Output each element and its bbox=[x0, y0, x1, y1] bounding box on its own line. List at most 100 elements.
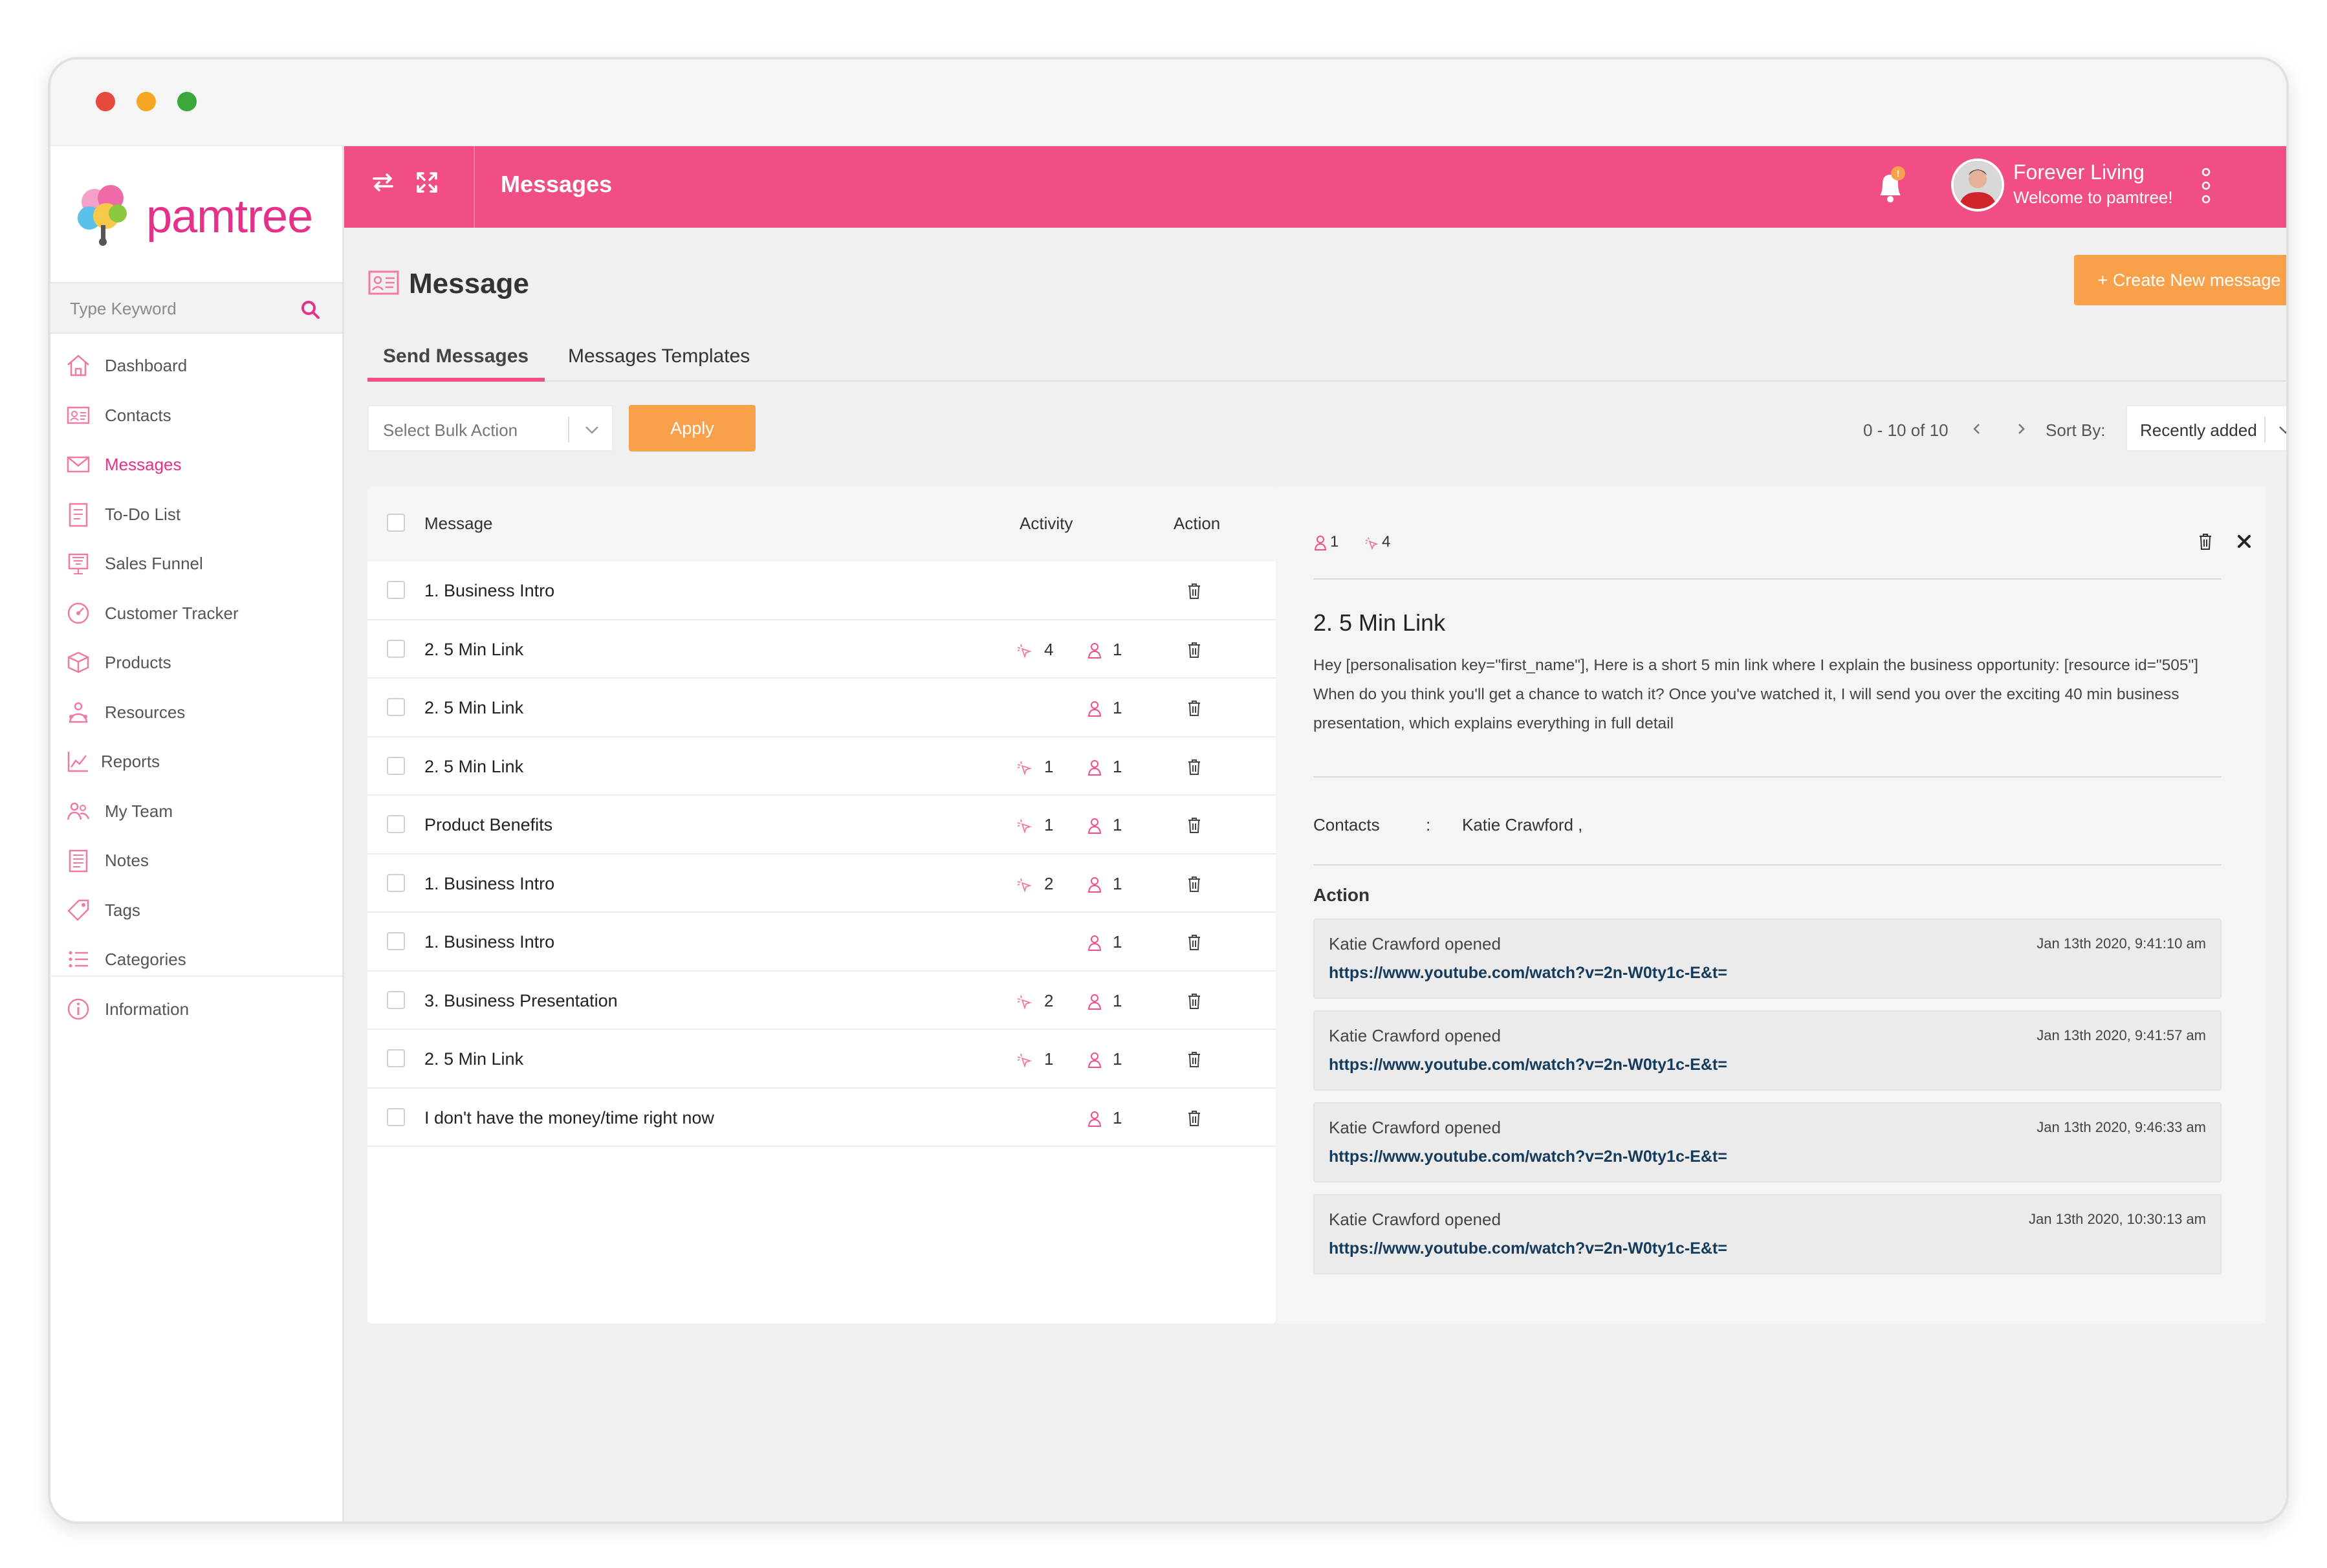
message-name[interactable]: I don't have the money/time right now bbox=[424, 1108, 714, 1128]
sidebar-item-dashboard[interactable]: Dashboard bbox=[50, 340, 342, 390]
row-checkbox[interactable] bbox=[387, 1049, 405, 1067]
activity-log-card: Katie Crawford opened Jan 13th 2020, 9:4… bbox=[1313, 1102, 2222, 1182]
trash-icon[interactable] bbox=[1186, 992, 1202, 1010]
maximize-window-dot[interactable] bbox=[177, 92, 197, 111]
close-icon[interactable] bbox=[2236, 533, 2253, 550]
row-checkbox[interactable] bbox=[387, 756, 405, 775]
log-link[interactable]: https://www.youtube.com/watch?v=2n-W0ty1… bbox=[1329, 1148, 1727, 1166]
click-cursor-icon bbox=[1017, 1053, 1032, 1068]
message-name[interactable]: 1. Business Intro bbox=[424, 874, 554, 894]
table-row[interactable]: 3. Business Presentation 2 1 bbox=[367, 972, 1276, 1030]
message-name[interactable]: Product Benefits bbox=[424, 815, 552, 835]
swap-arrows-icon[interactable] bbox=[369, 168, 397, 197]
table-row[interactable]: 2. 5 Min Link 1 bbox=[367, 679, 1276, 737]
create-new-message-button[interactable]: + Create New message bbox=[2074, 255, 2286, 305]
trash-icon[interactable] bbox=[2197, 532, 2214, 551]
trash-icon[interactable] bbox=[1186, 816, 1202, 834]
window-titlebar bbox=[50, 60, 2286, 146]
trash-icon[interactable] bbox=[1186, 699, 1202, 717]
browser-window: pamtree Dashboard Contacts Messages bbox=[48, 57, 2289, 1524]
table-row[interactable]: 1. Business Intro bbox=[367, 561, 1276, 620]
trash-icon[interactable] bbox=[1186, 1051, 1202, 1069]
select-all-checkbox[interactable] bbox=[387, 514, 405, 532]
minimize-window-dot[interactable] bbox=[137, 92, 156, 111]
row-checkbox[interactable] bbox=[387, 1107, 405, 1126]
close-window-dot[interactable] bbox=[96, 92, 115, 111]
sidebar-item-sales-funnel[interactable]: Sales Funnel bbox=[50, 538, 342, 588]
search-input[interactable] bbox=[70, 294, 290, 323]
user-avatar[interactable] bbox=[1951, 158, 2004, 212]
sidebar-item-notes[interactable]: Notes bbox=[50, 835, 342, 885]
bulk-action-select[interactable]: Select Bulk Action bbox=[367, 405, 613, 452]
logo-wordmark: pamtree bbox=[146, 191, 313, 243]
table-row[interactable]: I don't have the money/time right now 1 bbox=[367, 1089, 1276, 1147]
table-row[interactable]: 1. Business Intro 1 bbox=[367, 913, 1276, 972]
sort-select[interactable]: Recently added bbox=[2126, 405, 2286, 452]
row-checkbox[interactable] bbox=[387, 581, 405, 599]
message-name[interactable]: 2. 5 Min Link bbox=[424, 698, 523, 718]
row-checkbox[interactable] bbox=[387, 932, 405, 950]
trash-icon[interactable] bbox=[1186, 875, 1202, 893]
tab-messages-templates[interactable]: Messages Templates bbox=[568, 345, 750, 367]
log-link[interactable]: https://www.youtube.com/watch?v=2n-W0ty1… bbox=[1329, 1056, 1727, 1074]
trash-icon[interactable] bbox=[1186, 1109, 1202, 1127]
user-icon bbox=[1087, 877, 1102, 893]
sidebar-item-my-team[interactable]: My Team bbox=[50, 786, 342, 836]
row-checkbox[interactable] bbox=[387, 990, 405, 1009]
pamtree-logo[interactable]: pamtree bbox=[75, 182, 321, 254]
table-row[interactable]: 2. 5 Min Link 4 1 bbox=[367, 620, 1276, 679]
notes-icon bbox=[69, 849, 88, 873]
row-checkbox[interactable] bbox=[387, 873, 405, 892]
trash-icon[interactable] bbox=[1186, 582, 1202, 600]
sidebar-item-messages[interactable]: Messages bbox=[50, 439, 342, 489]
sidebar-item-todo[interactable]: To-Do List bbox=[50, 489, 342, 539]
message-name[interactable]: 2. 5 Min Link bbox=[424, 757, 523, 777]
message-name[interactable]: 2. 5 Min Link bbox=[424, 1049, 523, 1069]
action-section-title: Action bbox=[1313, 885, 1370, 905]
users-count: 1 bbox=[1113, 815, 1122, 834]
table-row[interactable]: 2. 5 Min Link 1 1 bbox=[367, 1030, 1276, 1089]
log-link[interactable]: https://www.youtube.com/watch?v=2n-W0ty1… bbox=[1329, 1239, 1727, 1258]
apply-button[interactable]: Apply bbox=[629, 405, 756, 452]
activity-log-card: Katie Crawford opened Jan 13th 2020, 9:4… bbox=[1313, 1010, 2222, 1091]
table-row[interactable]: 1. Business Intro 2 1 bbox=[367, 855, 1276, 913]
notification-bell-icon[interactable]: ! bbox=[1871, 166, 1910, 208]
trash-icon[interactable] bbox=[1186, 641, 1202, 659]
sidebar-item-tags[interactable]: Tags bbox=[50, 885, 342, 935]
row-checkbox[interactable] bbox=[387, 815, 405, 833]
sidebar-item-information[interactable]: Information bbox=[50, 984, 342, 1034]
column-action: Action bbox=[1174, 514, 1221, 533]
trash-icon[interactable] bbox=[1186, 758, 1202, 776]
message-name[interactable]: 1. Business Intro bbox=[424, 932, 554, 952]
sidebar-item-resources[interactable]: Resources bbox=[50, 687, 342, 737]
message-name[interactable]: 1. Business Intro bbox=[424, 581, 554, 601]
sidebar-item-products[interactable]: Products bbox=[50, 637, 342, 687]
chevron-left-icon[interactable] bbox=[1969, 419, 1985, 439]
activity-log-card: Katie Crawford opened Jan 13th 2020, 9:4… bbox=[1313, 919, 2222, 999]
table-row[interactable]: Product Benefits 1 1 bbox=[367, 796, 1276, 855]
users-count: 1 bbox=[1113, 698, 1122, 717]
envelope-icon bbox=[67, 456, 90, 473]
sidebar-item-contacts[interactable]: Contacts bbox=[50, 390, 342, 440]
table-row[interactable]: 2. 5 Min Link 1 1 bbox=[367, 737, 1276, 796]
user-icon bbox=[1087, 759, 1102, 776]
message-name[interactable]: 2. 5 Min Link bbox=[424, 640, 523, 660]
user-name[interactable]: Forever Living bbox=[2013, 160, 2145, 184]
fullscreen-expand-icon[interactable] bbox=[413, 168, 441, 197]
sidebar-item-reports[interactable]: Reports bbox=[50, 736, 342, 786]
log-link[interactable]: https://www.youtube.com/watch?v=2n-W0ty1… bbox=[1329, 964, 1727, 983]
users-count: 1 bbox=[1113, 639, 1122, 659]
more-options-icon[interactable] bbox=[2200, 164, 2212, 207]
tab-send-messages[interactable]: Send Messages bbox=[383, 345, 529, 367]
row-checkbox[interactable] bbox=[387, 698, 405, 716]
chevron-right-icon[interactable] bbox=[2013, 419, 2029, 439]
search-icon[interactable] bbox=[300, 299, 322, 321]
message-name[interactable]: 3. Business Presentation bbox=[424, 991, 618, 1011]
click-cursor-icon bbox=[1365, 537, 1379, 550]
trash-icon[interactable] bbox=[1186, 933, 1202, 952]
clicks-count: 1 bbox=[1044, 815, 1054, 834]
row-checkbox[interactable] bbox=[387, 639, 405, 658]
detail-divider bbox=[1313, 578, 2222, 580]
user-icon bbox=[1087, 642, 1102, 659]
sidebar-item-customer-tracker[interactable]: Customer Tracker bbox=[50, 588, 342, 638]
